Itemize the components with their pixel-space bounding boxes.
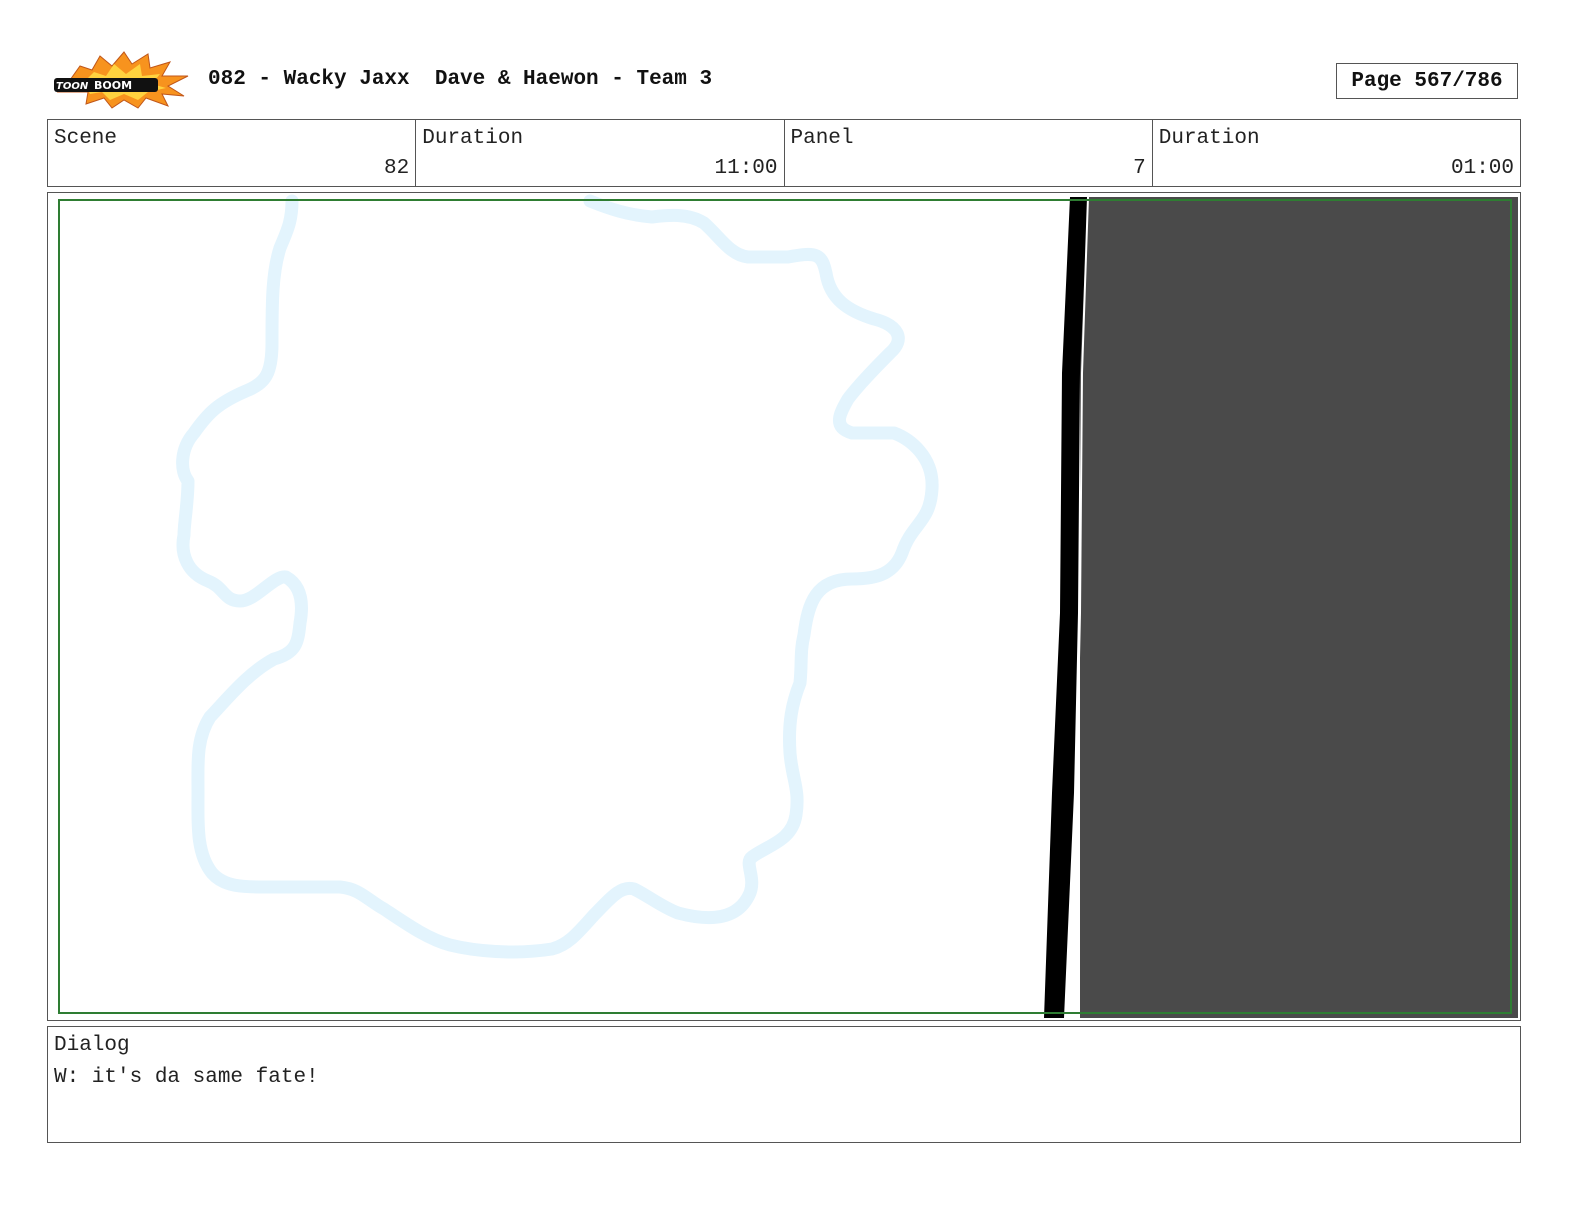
- panel-duration-label: Duration: [1158, 127, 1260, 150]
- panel-duration-value: 01:00: [1450, 157, 1514, 180]
- scene-cell: Scene 82: [48, 120, 417, 186]
- panel-label: Panel: [790, 127, 854, 150]
- toonboom-logo: TOON BOOM: [50, 48, 190, 110]
- panel-value: 7: [1133, 157, 1146, 180]
- dialog-label: Dialog: [54, 1034, 130, 1057]
- scene-duration-label: Duration: [422, 127, 524, 150]
- scene-duration-value: 11:00: [714, 157, 778, 180]
- dialog-box: Dialog W: it's da same fate!: [47, 1026, 1521, 1143]
- cloud-outline: [176, 194, 939, 959]
- page-indicator: Page 567/786: [1336, 63, 1518, 99]
- scene-value: 82: [384, 157, 410, 180]
- svg-text:TOON: TOON: [56, 81, 89, 92]
- panel-artwork: [47, 192, 1521, 1021]
- svg-text:BOOM: BOOM: [94, 79, 132, 92]
- dark-offscreen-area: [1080, 197, 1518, 1018]
- scene-duration-cell: Duration 11:00: [416, 120, 785, 186]
- panel-cell: Panel 7: [785, 120, 1153, 186]
- storyboard-title: 082 - Wacky Jaxx Dave & Haewon - Team 3: [208, 68, 713, 91]
- dialog-text: W: it's da same fate!: [54, 1066, 319, 1089]
- scene-info-bar: Scene 82 Duration 11:00 Panel 7 Duration…: [47, 119, 1521, 187]
- scene-label: Scene: [54, 127, 118, 150]
- panel-duration-cell: Duration 01:00: [1153, 120, 1520, 186]
